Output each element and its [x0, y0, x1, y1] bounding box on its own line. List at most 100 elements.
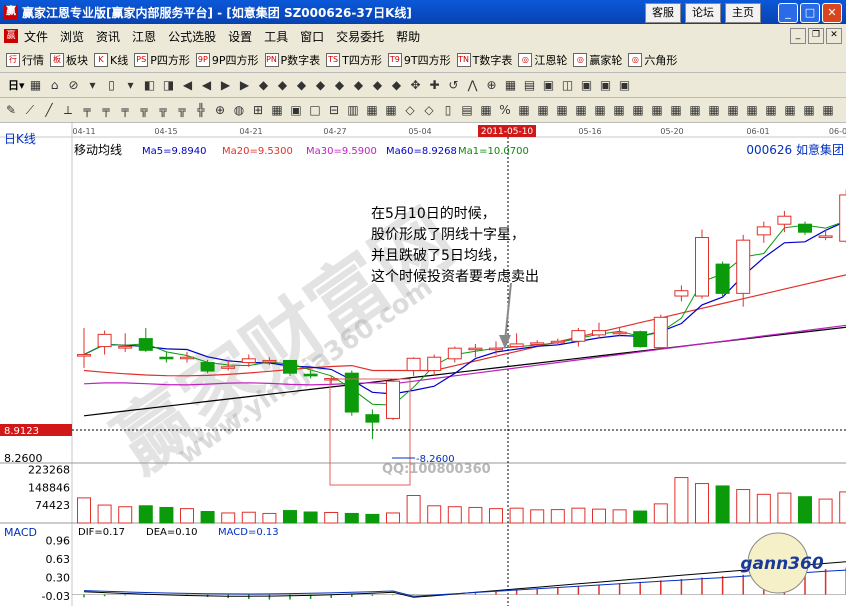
draw-tool-icon-43[interactable]: ▦ [820, 102, 836, 118]
toolbar-button-1[interactable]: 板板块 [50, 52, 88, 68]
draw-tool-icon-34[interactable]: ▦ [649, 102, 665, 118]
draw-tool-icon-35[interactable]: ▦ [668, 102, 684, 118]
toolbar-button-4[interactable]: 9P 9P四方形 [195, 52, 259, 68]
nav-tool-icon-0[interactable]: ▦ [28, 77, 44, 93]
nav-tool-icon-6[interactable]: ◧ [142, 77, 158, 93]
toolbar-button-3[interactable]: PS P四方形 [134, 52, 190, 68]
nav-tool-icon-25[interactable]: ▦ [503, 77, 519, 93]
draw-tool-icon-30[interactable]: ▦ [573, 102, 589, 118]
nav-tool-icon-30[interactable]: ▣ [598, 77, 614, 93]
nav-tool-icon-1[interactable]: ⌂ [47, 77, 63, 93]
nav-tool-icon-27[interactable]: ▣ [541, 77, 557, 93]
draw-tool-icon-23[interactable]: ▯ [440, 102, 456, 118]
draw-tool-icon-24[interactable]: ▤ [459, 102, 475, 118]
nav-tool-icon-21[interactable]: ✚ [427, 77, 443, 93]
nav-tool-icon-29[interactable]: ▣ [579, 77, 595, 93]
draw-tool-icon-3[interactable]: ⟂ [60, 102, 76, 118]
draw-tool-icon-10[interactable]: ╬ [193, 102, 209, 118]
mdi-minimize-icon[interactable]: _ [790, 28, 806, 44]
toolbar-button-9[interactable]: ◎ 江恩轮 [518, 52, 567, 68]
draw-tool-icon-25[interactable]: ▦ [478, 102, 494, 118]
menu-item-7[interactable]: 窗口 [300, 28, 324, 45]
menu-item-5[interactable]: 设置 [228, 28, 252, 45]
draw-tool-icon-39[interactable]: ▦ [744, 102, 760, 118]
draw-tool-icon-9[interactable]: ╦ [174, 102, 190, 118]
nav-tool-icon-26[interactable]: ▤ [522, 77, 538, 93]
nav-tool-icon-20[interactable]: ✥ [408, 77, 424, 93]
nav-tool-icon-2[interactable]: ⊘ [66, 77, 82, 93]
nav-tool-icon-5[interactable]: ▾ [123, 77, 139, 93]
menu-item-3[interactable]: 江恩 [132, 28, 156, 45]
toolbar-button-5[interactable]: PN P数字表 [264, 52, 320, 68]
nav-tool-icon-8[interactable]: ◀ [180, 77, 196, 93]
toolbar-button-11[interactable]: ◎ 六角形 [628, 52, 677, 68]
toolbar-button-0[interactable]: 行行情 [6, 52, 44, 68]
draw-tool-icon-20[interactable]: ▦ [383, 102, 399, 118]
draw-tool-icon-18[interactable]: ▥ [345, 102, 361, 118]
nav-tool-icon-16[interactable]: ◆ [332, 77, 348, 93]
menu-item-1[interactable]: 浏览 [60, 28, 84, 45]
nav-tool-icon-18[interactable]: ◆ [370, 77, 386, 93]
nav-tool-icon-14[interactable]: ◆ [294, 77, 310, 93]
draw-tool-icon-26[interactable]: % [497, 102, 513, 118]
draw-tool-icon-7[interactable]: ╦ [136, 102, 152, 118]
nav-tool-icon-7[interactable]: ◨ [161, 77, 177, 93]
draw-tool-icon-15[interactable]: ▣ [288, 102, 304, 118]
nav-tool-icon-11[interactable]: ▶ [237, 77, 253, 93]
draw-tool-icon-31[interactable]: ▦ [592, 102, 608, 118]
draw-tool-icon-32[interactable]: ▦ [611, 102, 627, 118]
draw-tool-icon-11[interactable]: ⊕ [212, 102, 228, 118]
draw-tool-icon-4[interactable]: ╤ [79, 102, 95, 118]
draw-tool-icon-8[interactable]: ╦ [155, 102, 171, 118]
draw-tool-icon-19[interactable]: ▦ [364, 102, 380, 118]
draw-tool-icon-28[interactable]: ▦ [535, 102, 551, 118]
menu-item-2[interactable]: 资讯 [96, 28, 120, 45]
nav-tool-icon-4[interactable]: ▯ [104, 77, 120, 93]
nav-tool-icon-10[interactable]: ▶ [218, 77, 234, 93]
draw-tool-icon-27[interactable]: ▦ [516, 102, 532, 118]
draw-tool-icon-14[interactable]: ▦ [269, 102, 285, 118]
nav-tool-icon-23[interactable]: ⋀ [465, 77, 481, 93]
draw-tool-icon-29[interactable]: ▦ [554, 102, 570, 118]
draw-tool-icon-21[interactable]: ◇ [402, 102, 418, 118]
draw-tool-icon-12[interactable]: ◍ [231, 102, 247, 118]
toolbar-button-6[interactable]: TS T四方形 [326, 52, 382, 68]
menu-item-4[interactable]: 公式选股 [168, 28, 216, 45]
nav-tool-icon-24[interactable]: ⊕ [484, 77, 500, 93]
maximize-icon[interactable]: □ [800, 3, 820, 23]
nav-tool-icon-3[interactable]: ▾ [85, 77, 101, 93]
toolbar-button-7[interactable]: T9 9T四方形 [387, 52, 451, 68]
draw-tool-icon-38[interactable]: ▦ [725, 102, 741, 118]
nav-tool-icon-19[interactable]: ◆ [389, 77, 405, 93]
service-button[interactable]: 客服 [645, 3, 681, 23]
toolbar-button-8[interactable]: TN T数字表 [456, 52, 512, 68]
period-selector[interactable]: 日▾ [8, 77, 25, 93]
nav-tool-icon-9[interactable]: ◀ [199, 77, 215, 93]
nav-tool-icon-12[interactable]: ◆ [256, 77, 272, 93]
menu-item-6[interactable]: 工具 [264, 28, 288, 45]
draw-tool-icon-40[interactable]: ▦ [763, 102, 779, 118]
nav-tool-icon-15[interactable]: ◆ [313, 77, 329, 93]
draw-tool-icon-0[interactable]: ✎ [3, 102, 19, 118]
draw-tool-icon-13[interactable]: ⊞ [250, 102, 266, 118]
draw-tool-icon-41[interactable]: ▦ [782, 102, 798, 118]
mdi-restore-icon[interactable]: ❐ [808, 28, 824, 44]
nav-tool-icon-17[interactable]: ◆ [351, 77, 367, 93]
menu-item-9[interactable]: 帮助 [396, 28, 420, 45]
menu-item-0[interactable]: 文件 [24, 28, 48, 45]
nav-tool-icon-22[interactable]: ↺ [446, 77, 462, 93]
draw-tool-icon-22[interactable]: ◇ [421, 102, 437, 118]
close-icon[interactable]: ✕ [822, 3, 842, 23]
draw-tool-icon-6[interactable]: ╤ [117, 102, 133, 118]
toolbar-button-2[interactable]: K K线 [94, 52, 128, 68]
draw-tool-icon-16[interactable]: □ [307, 102, 323, 118]
toolbar-button-10[interactable]: ◎ 赢家轮 [573, 52, 622, 68]
draw-tool-icon-33[interactable]: ▦ [630, 102, 646, 118]
menu-item-8[interactable]: 交易委托 [336, 28, 384, 45]
mdi-close-icon[interactable]: ✕ [826, 28, 842, 44]
draw-tool-icon-36[interactable]: ▦ [687, 102, 703, 118]
draw-tool-icon-37[interactable]: ▦ [706, 102, 722, 118]
home-button[interactable]: 主页 [725, 3, 761, 23]
minimize-icon[interactable]: _ [778, 3, 798, 23]
draw-tool-icon-1[interactable]: ⟋ [22, 102, 38, 118]
